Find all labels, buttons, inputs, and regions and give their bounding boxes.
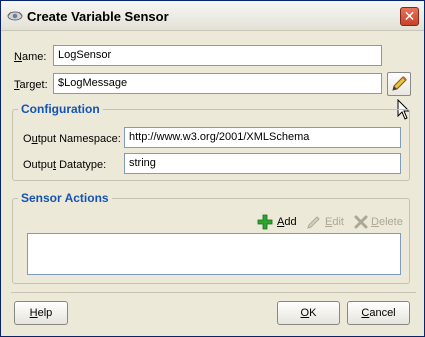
browse-target-button[interactable]: [387, 72, 411, 96]
help-button[interactable]: Help: [14, 301, 68, 325]
target-field[interactable]: $LogMessage: [53, 73, 382, 94]
output-namespace-field[interactable]: http://www.w3.org/2001/XMLSchema: [124, 127, 401, 148]
target-label: Target:: [14, 79, 48, 91]
close-icon: ✕: [403, 8, 416, 24]
add-action-button[interactable]: Add: [257, 214, 299, 232]
output-namespace-label: Output Namespace:: [23, 133, 121, 145]
edit-label: Edit: [325, 216, 344, 228]
pencil-icon: [392, 76, 407, 91]
output-datatype-field[interactable]: string: [124, 153, 401, 174]
output-datatype-label: Output Datatype:: [23, 159, 107, 171]
sensor-icon: [7, 11, 23, 21]
delete-label: Delete: [371, 216, 403, 228]
plus-icon: [257, 214, 273, 230]
sensor-actions-list[interactable]: [27, 233, 401, 275]
title-bar[interactable]: Create Variable Sensor ✕: [1, 1, 424, 31]
close-button[interactable]: ✕: [400, 7, 419, 26]
x-icon: [354, 215, 368, 229]
configuration-title: Configuration: [18, 102, 103, 116]
dialog-window: Create Variable Sensor ✕ Name: LogSensor…: [0, 0, 425, 337]
button-divider: [11, 292, 416, 293]
cancel-button[interactable]: Cancel: [347, 301, 410, 325]
add-label: Add: [277, 216, 297, 228]
delete-action-button[interactable]: Delete: [353, 214, 403, 232]
name-field[interactable]: LogSensor: [53, 45, 382, 66]
window-title: Create Variable Sensor: [27, 9, 169, 24]
edit-action-button[interactable]: Edit: [306, 214, 346, 232]
sensor-actions-title: Sensor Actions: [18, 191, 112, 205]
name-label: Name:: [14, 51, 47, 63]
pencil-icon: [307, 216, 320, 229]
ok-button[interactable]: OK: [277, 301, 340, 325]
